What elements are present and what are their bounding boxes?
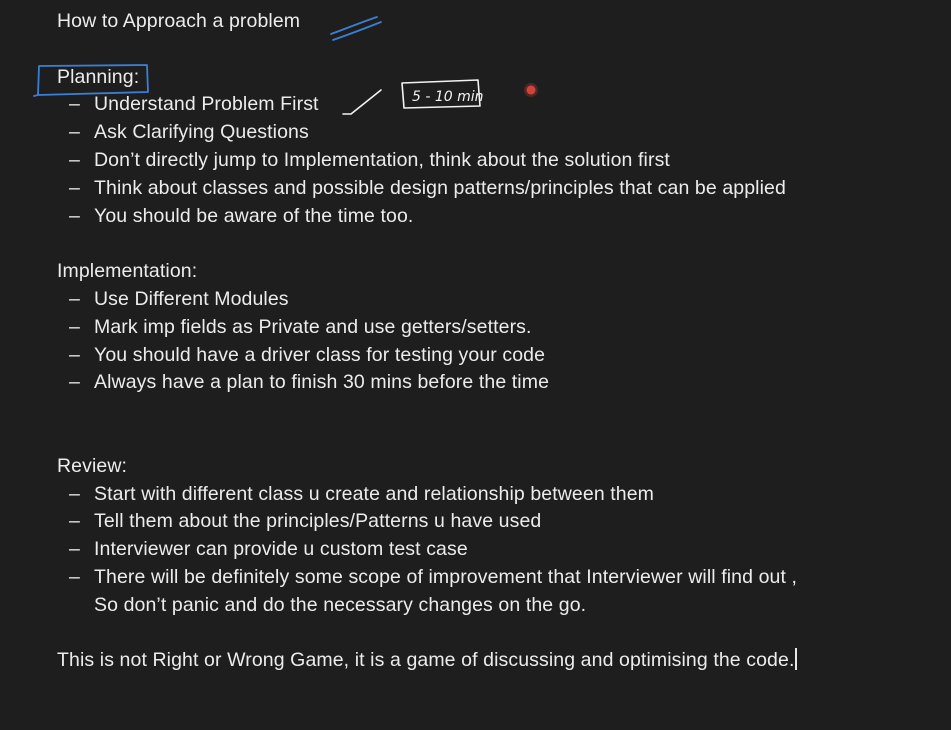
list-item: – Tell them about the principles/Pattern… [57,508,937,536]
list-item-text: Ask Clarifying Questions [94,121,309,144]
list-item-text: Mark imp fields as Private and use gette… [94,315,532,338]
text-cursor [795,648,797,671]
list-item: – Use Different Modules [57,286,937,314]
note-title: How to Approach a problem [57,10,301,32]
list-item-text: Start with different class u create and … [94,482,655,505]
list-item-text: Tell them about the principles/Patterns … [94,510,542,533]
list-item: – Don’t directly jump to Implementation,… [57,147,937,175]
ink-box-tail [33,94,39,97]
list-item: – Ask Clarifying Questions [57,119,937,147]
list-item: – Understand Problem First [57,91,937,119]
bullet-dash: – [69,482,80,505]
list-item: – There will be definitely some scope of… [57,564,937,592]
bullet-dash: – [69,93,80,116]
list-item-text: Use Different Modules [94,287,289,310]
list-item: – Interviewer can provide u custom test … [57,536,937,564]
list-item-text: You should be aware of the time too. [94,204,414,227]
closing-line: This is not Right or Wrong Game, it is a… [57,647,937,675]
planning-heading: Planning: [57,65,140,88]
list-item-text: Always have a plan to finish 30 mins bef… [94,371,550,394]
list-item: – Always have a plan to finish 30 mins b… [57,369,937,397]
bullet-dash: – [69,176,80,199]
bullet-dash: – [69,538,80,561]
closing-text: This is not Right or Wrong Game, it is a… [57,649,795,672]
bullet-dash: – [69,287,80,310]
bullet-dash: – [69,204,80,227]
list-item-text: You should have a driver class for testi… [94,343,546,366]
list-item-continuation: So don’t panic and do the necessary chan… [94,593,587,616]
bullet-dash: – [69,315,80,338]
implementation-heading: Implementation: [57,260,198,283]
list-item: – You should be aware of the time too. [57,203,937,231]
list-item-text: There will be definitely some scope of i… [94,565,798,588]
list-item: – Mark imp fields as Private and use get… [57,314,937,342]
bullet-dash: – [69,371,80,394]
list-item-text: Understand Problem First [94,93,319,116]
bullet-dash: – [69,148,80,171]
bullet-dash: – [69,343,80,366]
list-item-text: Don’t directly jump to Implementation, t… [94,148,670,171]
note-body[interactable]: How to Approach a problem Planning: – Un… [57,8,937,675]
list-item-text: Think about classes and possible design … [94,176,786,199]
list-item: – You should have a driver class for tes… [57,342,937,370]
review-heading: Review: [57,454,128,477]
bullet-dash: – [69,121,80,144]
list-item: – Start with different class u create an… [57,481,937,509]
list-item-text: Interviewer can provide u custom test ca… [94,538,468,561]
bullet-dash: – [69,510,80,533]
bullet-dash: – [69,565,80,588]
list-item: – Think about classes and possible desig… [57,175,937,203]
